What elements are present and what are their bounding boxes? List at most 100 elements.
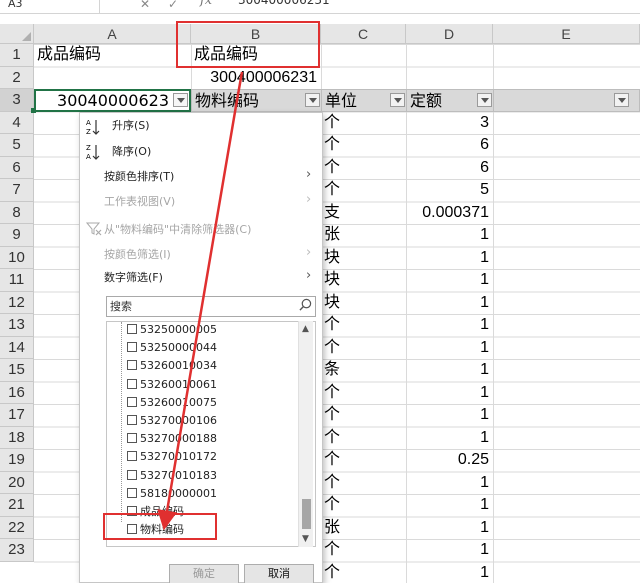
filter-search-input[interactable]: 搜索 — [106, 296, 316, 317]
filter-list-item[interactable]: 58180000001 — [127, 485, 217, 503]
checkbox-unchecked-icon[interactable] — [127, 324, 137, 334]
row-header-23[interactable]: 23 — [0, 539, 34, 562]
filter-list-item[interactable]: 53270010172 — [127, 448, 217, 466]
cell-c9[interactable]: 张 — [321, 224, 406, 247]
filter-list-item[interactable]: 53270010183 — [127, 467, 217, 485]
filter-list-item[interactable]: 53260010075 — [127, 394, 217, 412]
ok-button[interactable]: 确定 — [169, 564, 239, 583]
cell-c10[interactable]: 块 — [321, 247, 406, 270]
cell-d24[interactable]: 1 — [406, 562, 493, 583]
checkbox-unchecked-icon[interactable] — [127, 415, 137, 425]
row-header-12[interactable]: 12 — [0, 291, 34, 314]
column-header-e[interactable]: E — [493, 24, 640, 44]
filter-list-item[interactable]: 53270000106 — [127, 412, 217, 430]
row-header-11[interactable]: 11 — [0, 269, 34, 292]
scroll-thumb[interactable] — [302, 499, 311, 529]
filter-list-item[interactable]: 53260010034 — [127, 357, 217, 375]
row-header-2[interactable]: 2 — [0, 66, 34, 89]
checkbox-unchecked-icon[interactable] — [127, 378, 137, 389]
row-header-16[interactable]: 16 — [0, 381, 34, 404]
cancel-button[interactable]: 取消 — [244, 564, 314, 583]
checkbox-unchecked-icon[interactable] — [127, 396, 137, 407]
filter-dropdown-e-icon[interactable] — [614, 93, 629, 107]
cell-c8[interactable]: 支 — [321, 202, 406, 225]
filter-list-scrollbar[interactable]: ▲ ▼ — [298, 321, 313, 547]
cell-d12[interactable]: 1 — [406, 292, 493, 315]
cell-d7[interactable]: 5 — [406, 179, 493, 202]
number-filters-item[interactable]: 数字筛选(F) — [104, 270, 163, 286]
cell-d23[interactable]: 1 — [406, 539, 493, 562]
row-header-20[interactable]: 20 — [0, 471, 34, 494]
cell-d21[interactable]: 1 — [406, 494, 493, 517]
checkbox-unchecked-icon[interactable] — [127, 342, 137, 353]
row-header-19[interactable]: 19 — [0, 449, 34, 472]
cell-d10[interactable]: 1 — [406, 247, 493, 270]
cell-d20[interactable]: 1 — [406, 472, 493, 495]
insert-function-icon[interactable]: fx — [200, 0, 212, 8]
formula-input[interactable]: 300400006231 — [238, 0, 330, 7]
cell-c20[interactable]: 个 — [321, 472, 406, 495]
cell-c16[interactable]: 个 — [321, 382, 406, 405]
cell-c4[interactable]: 个 — [321, 112, 406, 135]
row-header-10[interactable]: 10 — [0, 246, 34, 269]
column-header-d[interactable]: D — [406, 24, 493, 44]
row-header-13[interactable]: 13 — [0, 314, 34, 337]
select-all-corner[interactable] — [0, 24, 34, 44]
name-box[interactable]: A3 — [0, 0, 100, 13]
cell-b2[interactable]: 300400006231 — [191, 67, 321, 90]
cell-d11[interactable]: 1 — [406, 269, 493, 292]
row-header-14[interactable]: 14 — [0, 336, 34, 359]
cell-c7[interactable]: 个 — [321, 179, 406, 202]
cell-c22[interactable]: 张 — [321, 517, 406, 540]
row-header-15[interactable]: 15 — [0, 359, 34, 382]
cell-c17[interactable]: 个 — [321, 404, 406, 427]
cell-a1[interactable]: 成品编码 — [34, 44, 191, 67]
cell-d14[interactable]: 1 — [406, 337, 493, 360]
cell-d13[interactable]: 1 — [406, 314, 493, 337]
cell-d8[interactable]: 0.000371 — [406, 202, 493, 225]
column-header-a[interactable]: A — [34, 24, 191, 44]
scroll-down-icon[interactable]: ▼ — [302, 534, 309, 544]
cell-d4[interactable]: 3 — [406, 112, 493, 135]
cell-c21[interactable]: 个 — [321, 494, 406, 517]
filter-dropdown-a-icon[interactable] — [173, 93, 188, 107]
cell-d5[interactable]: 6 — [406, 134, 493, 157]
row-header-8[interactable]: 8 — [0, 201, 34, 224]
cell-d6[interactable]: 6 — [406, 157, 493, 180]
checkbox-unchecked-icon[interactable] — [127, 433, 137, 444]
column-header-c[interactable]: C — [321, 24, 406, 44]
row-header-4[interactable]: 4 — [0, 111, 34, 134]
cell-c13[interactable]: 个 — [321, 314, 406, 337]
cell-d22[interactable]: 1 — [406, 517, 493, 540]
cell-d17[interactable]: 1 — [406, 404, 493, 427]
cell-c24[interactable]: 个 — [321, 562, 406, 583]
row-header-21[interactable]: 21 — [0, 494, 34, 517]
row-header-18[interactable]: 18 — [0, 426, 34, 449]
selection-fill-handle[interactable] — [31, 108, 36, 113]
cell-c15[interactable]: 条 — [321, 359, 406, 382]
cell-c5[interactable]: 个 — [321, 134, 406, 157]
filter-list-item[interactable]: 53270000188 — [127, 430, 217, 448]
cell-c12[interactable]: 块 — [321, 292, 406, 315]
cell-d9[interactable]: 1 — [406, 224, 493, 247]
checkbox-unchecked-icon[interactable] — [127, 469, 137, 480]
cell-d18[interactable]: 1 — [406, 427, 493, 450]
cancel-entry-icon[interactable]: ✕ — [140, 0, 150, 13]
row-header-5[interactable]: 5 — [0, 134, 34, 157]
cell-c11[interactable]: 块 — [321, 269, 406, 292]
sort-ascending-item[interactable]: 升序(S) — [112, 118, 150, 134]
row-header-9[interactable]: 9 — [0, 224, 34, 247]
row-header-1[interactable]: 1 — [0, 44, 34, 67]
row-header-22[interactable]: 22 — [0, 516, 34, 539]
row-header-3[interactable]: 3 — [0, 89, 34, 112]
cell-c23[interactable]: 个 — [321, 539, 406, 562]
checkbox-unchecked-icon[interactable] — [127, 360, 137, 371]
row-header-17[interactable]: 17 — [0, 404, 34, 427]
cell-c14[interactable]: 个 — [321, 337, 406, 360]
cell-d16[interactable]: 1 — [406, 382, 493, 405]
row-header-7[interactable]: 7 — [0, 179, 34, 202]
row-header-6[interactable]: 6 — [0, 156, 34, 179]
cell-c6[interactable]: 个 — [321, 157, 406, 180]
checkbox-unchecked-icon[interactable] — [127, 451, 137, 462]
checkbox-unchecked-icon[interactable] — [127, 487, 137, 498]
